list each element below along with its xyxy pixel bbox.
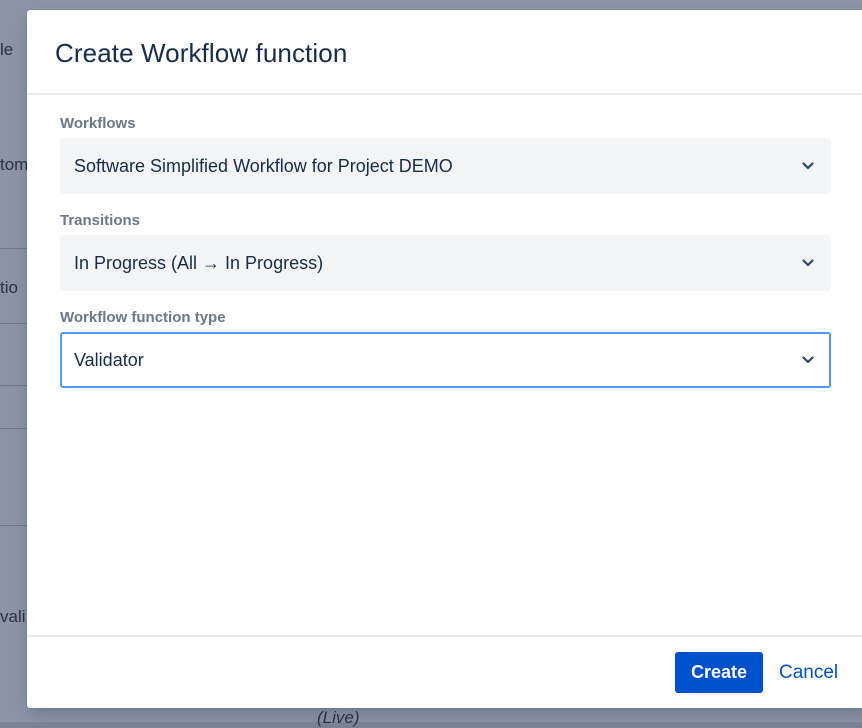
backdrop-text-fragment: vali (0, 607, 26, 626)
chevron-down-icon (801, 159, 815, 173)
chevron-down-icon (801, 353, 815, 367)
backdrop-divider (0, 525, 28, 526)
workflows-field: Workflows Software Simplified Workflow f… (60, 115, 831, 194)
transitions-select[interactable]: In Progress (All → In Progress) (60, 235, 831, 291)
backdrop-divider (0, 385, 28, 386)
workflows-select[interactable]: Software Simplified Workflow for Project… (60, 138, 831, 194)
workflow-function-type-select[interactable]: Validator (60, 332, 831, 388)
transitions-label: Transitions (60, 212, 141, 229)
dialog-footer: Create Cancel (27, 635, 862, 708)
workflows-selected-value: Software Simplified Workflow for Project… (74, 155, 453, 176)
workflow-function-type-label: Workflow function type (60, 309, 226, 326)
backdrop-text-fragment: tom (0, 155, 29, 174)
dialog-header: Create Workflow function (27, 10, 862, 95)
workflow-function-type-selected-value: Validator (74, 349, 144, 370)
backdrop-text-fragment: le (0, 40, 14, 59)
create-workflow-function-dialog: Create Workflow function Workflows Softw… (27, 10, 862, 708)
workflow-function-type-field: Workflow function type Validator (60, 309, 831, 388)
backdrop-divider (0, 248, 28, 249)
dialog-title: Create Workflow function (55, 38, 348, 68)
backdrop-text-fragment: tio (0, 278, 18, 297)
workflows-label: Workflows (60, 115, 136, 132)
dialog-body: Workflows Software Simplified Workflow f… (27, 95, 862, 388)
create-button[interactable]: Create (675, 652, 763, 693)
backdrop-divider (0, 428, 28, 429)
chevron-down-icon (801, 256, 815, 270)
backdrop-text-fragment: (Live) (317, 708, 360, 727)
transitions-field: Transitions In Progress (All → In Progre… (60, 212, 831, 291)
transitions-selected-value: In Progress (All → In Progress) (74, 252, 324, 273)
cancel-button[interactable]: Cancel (771, 652, 846, 693)
backdrop-divider (0, 323, 28, 324)
